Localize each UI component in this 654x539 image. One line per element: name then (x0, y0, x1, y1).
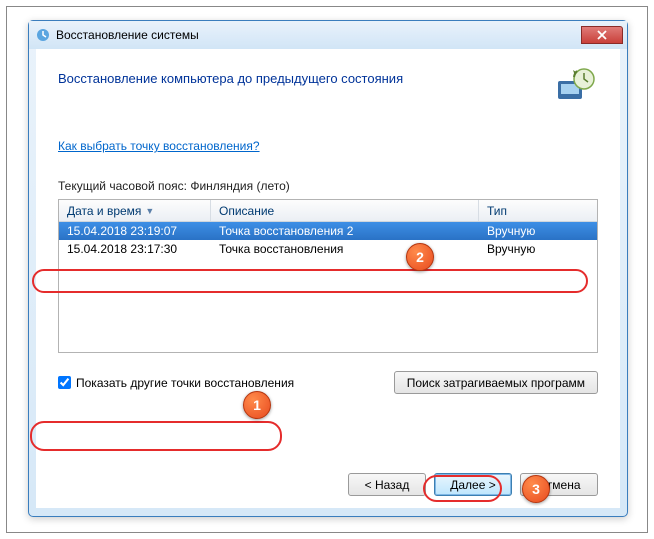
cell-date: 15.04.2018 23:19:07 (59, 224, 211, 238)
show-more-checkbox[interactable] (58, 376, 71, 389)
cell-type: Вручную (479, 242, 597, 256)
page-heading: Восстановление компьютера до предыдущего… (58, 67, 554, 86)
window-title: Восстановление системы (56, 28, 581, 42)
cancel-button[interactable]: Отмена (520, 473, 598, 496)
restore-logo-icon (554, 67, 598, 107)
annotation-badge-1: 1 (243, 391, 271, 419)
close-button[interactable] (581, 26, 623, 44)
content-area: Восстановление компьютера до предыдущего… (36, 49, 620, 508)
column-type[interactable]: Тип (479, 200, 597, 221)
cell-type: Вручную (479, 224, 597, 238)
system-restore-window: Восстановление системы Восстановление ко… (28, 20, 628, 517)
show-more-label: Показать другие точки восстановления (76, 376, 294, 390)
scan-programs-button[interactable]: Поиск затрагиваемых программ (394, 371, 598, 394)
cell-desc: Точка восстановления 2 (211, 224, 479, 238)
table-row[interactable]: 15.04.2018 23:17:30 Точка восстановления… (59, 240, 597, 258)
timezone-label: Текущий часовой пояс: Финляндия (лето) (58, 179, 598, 193)
cell-date: 15.04.2018 23:17:30 (59, 242, 211, 256)
column-date[interactable]: Дата и время▼ (59, 200, 211, 221)
app-icon (35, 27, 51, 43)
column-description[interactable]: Описание (211, 200, 479, 221)
next-button[interactable]: Далее > (434, 473, 512, 496)
table-header: Дата и время▼ Описание Тип (59, 200, 597, 222)
show-more-checkbox-wrap[interactable]: Показать другие точки восстановления (58, 376, 294, 390)
annotation-highlight-checkbox (30, 421, 282, 451)
wizard-footer: < Назад Далее > Отмена (348, 473, 598, 496)
table-row[interactable]: 15.04.2018 23:19:07 Точка восстановления… (59, 222, 597, 240)
sort-desc-icon: ▼ (145, 206, 154, 216)
titlebar: Восстановление системы (29, 21, 627, 49)
restore-points-table: Дата и время▼ Описание Тип 15.04.2018 23… (58, 199, 598, 353)
back-button[interactable]: < Назад (348, 473, 426, 496)
cell-desc: Точка восстановления (211, 242, 479, 256)
help-link[interactable]: Как выбрать точку восстановления? (58, 139, 260, 153)
